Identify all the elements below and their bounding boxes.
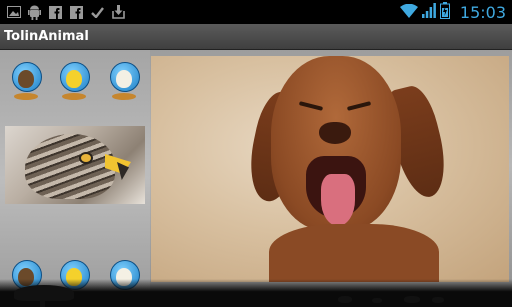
facebook-icon [48,5,63,20]
signal-icon [421,2,436,22]
android-icon [27,5,42,20]
download-icon [111,5,126,20]
gallery-icon [6,5,21,20]
content-area [0,50,512,307]
eagle-thumbnail-button[interactable] [8,60,44,100]
savanna-silhouette [0,279,512,307]
title-bar: TolinAnimal [0,24,512,50]
facebook-icon [69,5,84,20]
check-icon [90,5,105,20]
sidebar [0,50,150,307]
hawk-photo[interactable] [5,126,145,204]
status-bar: 15:03 [0,0,512,24]
chick-thumbnail-button[interactable] [56,60,92,100]
main-animal-photo[interactable] [151,56,509,282]
rooster-thumbnail-button[interactable] [106,60,142,100]
battery-icon [439,1,450,23]
clock-time: 15:03 [459,2,506,22]
wifi-icon [399,3,418,22]
app-title: TolinAnimal [4,29,89,44]
